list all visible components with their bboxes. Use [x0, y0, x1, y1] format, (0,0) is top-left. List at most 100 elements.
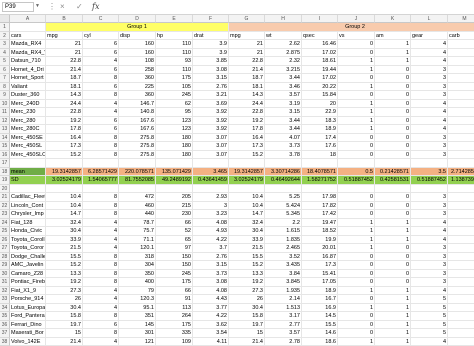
value-cell[interactable]: [448, 159, 474, 168]
value-cell[interactable]: 4.11: [193, 338, 229, 346]
value-cell[interactable]: 5.25: [265, 193, 302, 202]
value-cell[interactable]: 0: [375, 117, 411, 126]
car-name-cell[interactable]: Dodge_Challe: [10, 253, 46, 262]
value-cell[interactable]: 3.92: [193, 108, 229, 117]
value-cell[interactable]: 0: [338, 134, 375, 143]
column-label[interactable]: vs: [338, 32, 375, 41]
value-cell[interactable]: 6: [448, 321, 474, 330]
value-cell[interactable]: 1: [375, 338, 411, 346]
value-cell[interactable]: 8: [83, 151, 119, 160]
value-cell[interactable]: 2: [448, 295, 474, 304]
value-cell[interactable]: 1: [375, 287, 411, 296]
value-cell[interactable]: 21.4: [229, 66, 265, 75]
value-cell[interactable]: 5: [411, 295, 448, 304]
value-cell[interactable]: 16.7: [302, 295, 338, 304]
value-cell[interactable]: 4: [411, 219, 448, 228]
value-cell[interactable]: 3.845: [265, 278, 302, 287]
value-cell[interactable]: 4: [83, 236, 119, 245]
value-cell[interactable]: 150: [156, 253, 193, 262]
value-cell[interactable]: 3: [411, 244, 448, 253]
value-cell[interactable]: 19.2: [46, 117, 83, 126]
value-cell[interactable]: 2: [448, 278, 474, 287]
value-cell[interactable]: 26: [229, 295, 265, 304]
value-cell[interactable]: 350: [119, 270, 156, 279]
value-cell[interactable]: 1: [338, 236, 375, 245]
sd-cell[interactable]: 1.58271752: [302, 176, 338, 185]
value-cell[interactable]: 8: [83, 91, 119, 100]
mean-cell[interactable]: 18.4078571: [302, 168, 338, 177]
value-cell[interactable]: 14.7: [46, 210, 83, 219]
sd-cell[interactable]: 81.7552085: [119, 176, 156, 185]
car-name-cell[interactable]: Toyota_Coror: [10, 244, 46, 253]
value-cell[interactable]: 3.73: [193, 270, 229, 279]
value-cell[interactable]: 110: [156, 49, 193, 58]
value-cell[interactable]: 1: [448, 66, 474, 75]
value-cell[interactable]: 24.4: [229, 100, 265, 109]
value-cell[interactable]: 6: [83, 49, 119, 58]
value-cell[interactable]: 1.935: [265, 287, 302, 296]
car-name-cell[interactable]: Chrysler_Imp: [10, 210, 46, 219]
value-cell[interactable]: 19.9: [302, 236, 338, 245]
value-cell[interactable]: [229, 185, 265, 194]
column-header-i[interactable]: I: [302, 15, 338, 23]
value-cell[interactable]: 1: [375, 40, 411, 49]
value-cell[interactable]: [156, 185, 193, 194]
cell[interactable]: [10, 23, 46, 32]
value-cell[interactable]: 21: [46, 40, 83, 49]
value-cell[interactable]: 8: [83, 312, 119, 321]
value-cell[interactable]: 17.82: [302, 202, 338, 211]
value-cell[interactable]: 0: [338, 295, 375, 304]
value-cell[interactable]: 10.4: [46, 202, 83, 211]
value-cell[interactable]: 3.52: [265, 253, 302, 262]
value-cell[interactable]: 2: [448, 108, 474, 117]
row-number[interactable]: 14: [0, 134, 10, 143]
value-cell[interactable]: 3.15: [193, 74, 229, 83]
value-cell[interactable]: 17.8: [229, 125, 265, 134]
value-cell[interactable]: 0: [338, 312, 375, 321]
value-cell[interactable]: 175: [156, 74, 193, 83]
value-cell[interactable]: 4.43: [193, 295, 229, 304]
car-name-cell[interactable]: Hornet_Sport: [10, 74, 46, 83]
row-number[interactable]: 1: [0, 23, 10, 32]
value-cell[interactable]: 15.5: [229, 253, 265, 262]
value-cell[interactable]: 0: [375, 278, 411, 287]
value-cell[interactable]: 3: [411, 270, 448, 279]
value-cell[interactable]: 2.2: [265, 219, 302, 228]
value-cell[interactable]: 4: [83, 57, 119, 66]
row-number[interactable]: 31: [0, 278, 10, 287]
value-cell[interactable]: 3: [411, 83, 448, 92]
value-cell[interactable]: 15: [46, 329, 83, 338]
value-cell[interactable]: 0: [375, 83, 411, 92]
value-cell[interactable]: 4: [83, 219, 119, 228]
value-cell[interactable]: 10.4: [46, 193, 83, 202]
car-name-cell[interactable]: Cadillac_Fleet: [10, 193, 46, 202]
value-cell[interactable]: 3.19: [265, 100, 302, 109]
value-cell[interactable]: 304: [119, 261, 156, 270]
value-cell[interactable]: 3: [411, 142, 448, 151]
value-cell[interactable]: 3.07: [193, 134, 229, 143]
value-cell[interactable]: 3.15: [193, 261, 229, 270]
row-number[interactable]: 27: [0, 244, 10, 253]
car-name-cell[interactable]: [10, 185, 46, 194]
value-cell[interactable]: 4: [411, 40, 448, 49]
value-cell[interactable]: 22.8: [46, 108, 83, 117]
value-cell[interactable]: 3.08: [193, 66, 229, 75]
column-label[interactable]: drat: [193, 32, 229, 41]
value-cell[interactable]: 258: [119, 66, 156, 75]
column-header-e[interactable]: E: [156, 15, 193, 23]
value-cell[interactable]: 3: [411, 66, 448, 75]
value-cell[interactable]: 0: [338, 321, 375, 330]
value-cell[interactable]: 351: [119, 312, 156, 321]
value-cell[interactable]: 150: [156, 261, 193, 270]
mean-cell[interactable]: 3.30714286: [265, 168, 302, 177]
value-cell[interactable]: [229, 159, 265, 168]
value-cell[interactable]: 30.4: [46, 227, 83, 236]
car-name-cell[interactable]: Datsun_710: [10, 57, 46, 66]
value-cell[interactable]: 18.6: [302, 338, 338, 346]
value-cell[interactable]: 62: [156, 100, 193, 109]
value-cell[interactable]: 1: [375, 329, 411, 338]
value-cell[interactable]: 3.54: [193, 329, 229, 338]
value-cell[interactable]: [338, 159, 375, 168]
value-cell[interactable]: 27.3: [46, 287, 83, 296]
value-cell[interactable]: 0: [375, 74, 411, 83]
